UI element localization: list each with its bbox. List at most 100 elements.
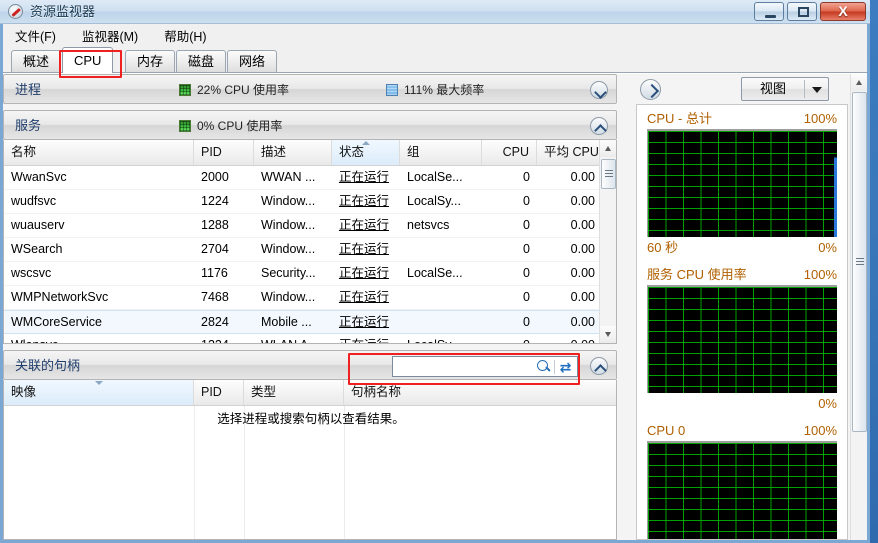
graph-max-value: 100% [804, 265, 837, 285]
scroll-up-arrow-icon[interactable] [851, 74, 867, 91]
cell-name: WMPNetworkSvc [4, 286, 194, 309]
cell-group: LocalSy... [400, 190, 482, 213]
cell-state: 正在运行 [332, 311, 400, 334]
graph-footer: 60 秒0% [647, 237, 837, 259]
table-row[interactable]: WMPNetworkSvc7468Window...正在运行00.00 [4, 286, 616, 310]
processes-frequency-legend: 111% 最大频率 [386, 75, 484, 105]
column-header-pid[interactable]: PID [194, 140, 254, 165]
chevron-up-icon[interactable] [590, 357, 608, 375]
table-row[interactable]: WwanSvc2000WWAN ...正在运行LocalSe...00.00 [4, 166, 616, 190]
column-header-name[interactable]: 名称 [4, 140, 194, 165]
cell-desc: Mobile ... [254, 311, 332, 334]
cell-name: wscsvc [4, 262, 194, 285]
column-header-cpu[interactable]: CPU [482, 140, 537, 165]
graph-label: CPU - 总计100% [647, 109, 837, 129]
cell-avg: 0.00 [537, 286, 602, 309]
services-cpu-legend: 0% CPU 使用率 [179, 111, 282, 141]
blue-swatch-icon [386, 84, 398, 96]
cell-desc: Window... [254, 214, 332, 237]
cell-state: 正在运行 [332, 166, 400, 189]
cell-desc: Window... [254, 190, 332, 213]
handle-search-input[interactable] [397, 357, 537, 376]
cell-name: Wlansvc [4, 334, 194, 344]
services-cpu-usage-text: 0% CPU 使用率 [197, 112, 282, 141]
cell-state: 正在运行 [332, 262, 400, 285]
close-button[interactable]: X [820, 2, 866, 21]
green-swatch-icon [179, 84, 191, 96]
handle-search-box[interactable]: ⇄ [392, 356, 578, 377]
right-toolbar: 视图 [630, 74, 867, 104]
services-table-body: WwanSvc2000WWAN ...正在运行LocalSe...00.00wu… [4, 166, 616, 344]
tab-overview[interactable]: 概述 [11, 50, 61, 73]
column-header-status-label: 状态 [339, 145, 364, 159]
scrollbar-thumb[interactable] [852, 92, 867, 432]
view-button[interactable]: 视图 [741, 77, 829, 101]
graph-footer: 0% [647, 393, 837, 415]
graph-title: CPU - 总计 [647, 109, 712, 129]
maximize-button[interactable] [787, 2, 817, 21]
search-icon[interactable] [537, 360, 551, 374]
swap-arrows-icon[interactable]: ⇄ [557, 359, 574, 375]
scroll-down-arrow-icon[interactable] [600, 326, 616, 343]
table-row[interactable]: Wlansvc1224WLAN A...正在运行LocalSy...00.00 [4, 334, 616, 344]
services-table: 名称 PID 描述 状态 组 CPU 平均 CPU WwanSvc2000WWA… [3, 140, 617, 344]
table-row[interactable]: wuauserv1288Window...正在运行netsvcs00.00 [4, 214, 616, 238]
cell-pid: 2704 [194, 238, 254, 261]
cell-pid: 1224 [194, 190, 254, 213]
cell-avg: 0.00 [537, 166, 602, 189]
chevron-right-icon[interactable] [640, 79, 661, 100]
menu-item-monitor[interactable]: 监视器(M) [80, 24, 140, 47]
menu-item-file[interactable]: 文件(F) [13, 24, 58, 47]
table-row[interactable]: wscsvc1176Security...正在运行LocalSe...00.00 [4, 262, 616, 286]
column-header-handle-name[interactable]: 句柄名称 [344, 380, 599, 405]
menu-item-help[interactable]: 帮助(H) [162, 24, 208, 47]
table-row[interactable]: wudfsvc1224Window...正在运行LocalSy...00.00 [4, 190, 616, 214]
cell-avg: 0.00 [537, 262, 602, 285]
cell-desc: Window... [254, 286, 332, 309]
handles-title: 关联的句柄 [15, 351, 80, 381]
window-title: 资源监视器 [30, 3, 95, 21]
cell-pid: 2000 [194, 166, 254, 189]
graph-label: CPU 0100% [647, 421, 837, 441]
column-header-type[interactable]: 类型 [244, 380, 344, 405]
table-row[interactable]: WMCoreService2824Mobile ...正在运行00.00 [4, 310, 616, 334]
scrollbar-thumb[interactable] [601, 159, 616, 189]
cell-desc: Security... [254, 262, 332, 285]
column-header-image[interactable]: 映像 [4, 380, 194, 405]
sort-ascending-icon [362, 141, 370, 145]
cell-group: LocalSe... [400, 166, 482, 189]
processes-section-header[interactable]: 进程 22% CPU 使用率 111% 最大频率 [3, 74, 617, 104]
column-header-image-label: 映像 [11, 385, 36, 399]
left-column: 进程 22% CPU 使用率 111% 最大频率 服务 0% CPU 使用率 名 [3, 74, 617, 540]
right-panel-scrollbar[interactable] [850, 74, 867, 540]
graph-title: CPU 0 [647, 421, 685, 441]
cell-pid: 1224 [194, 334, 254, 344]
column-header-avg-cpu[interactable]: 平均 CPU [537, 140, 602, 165]
title-bar: 资源监视器 X [0, 0, 870, 24]
cell-name: wuauserv [4, 214, 194, 237]
table-row[interactable]: WSearch2704Window...正在运行00.00 [4, 238, 616, 262]
cell-group [400, 238, 482, 261]
graph-canvas [647, 285, 837, 393]
services-scrollbar[interactable] [599, 140, 616, 343]
column-header-group[interactable]: 组 [400, 140, 482, 165]
handles-table: 映像 PID 类型 句柄名称 选择进程或搜索句柄以查看结果。 [3, 380, 617, 540]
services-section-header[interactable]: 服务 0% CPU 使用率 [3, 110, 617, 140]
chevron-up-icon[interactable] [590, 117, 608, 135]
cell-cpu: 0 [482, 166, 537, 189]
graph-time-range: 60 秒 [647, 237, 678, 259]
tab-memory[interactable]: 内存 [125, 50, 175, 73]
tab-network[interactable]: 网络 [227, 50, 277, 73]
cell-state: 正在运行 [332, 214, 400, 237]
minimize-button[interactable] [754, 2, 784, 21]
scroll-up-arrow-icon[interactable] [600, 140, 616, 157]
processes-cpu-usage-text: 22% CPU 使用率 [197, 76, 289, 105]
tab-cpu[interactable]: CPU [62, 47, 113, 73]
column-header-status[interactable]: 状态 [332, 140, 400, 165]
column-header-handle-pid[interactable]: PID [194, 380, 244, 405]
chevron-down-icon[interactable] [590, 81, 608, 99]
tab-disk[interactable]: 磁盘 [176, 50, 226, 73]
cell-desc: WWAN ... [254, 166, 332, 189]
handles-section-header[interactable]: 关联的句柄 ⇄ [3, 350, 617, 380]
column-header-description[interactable]: 描述 [254, 140, 332, 165]
